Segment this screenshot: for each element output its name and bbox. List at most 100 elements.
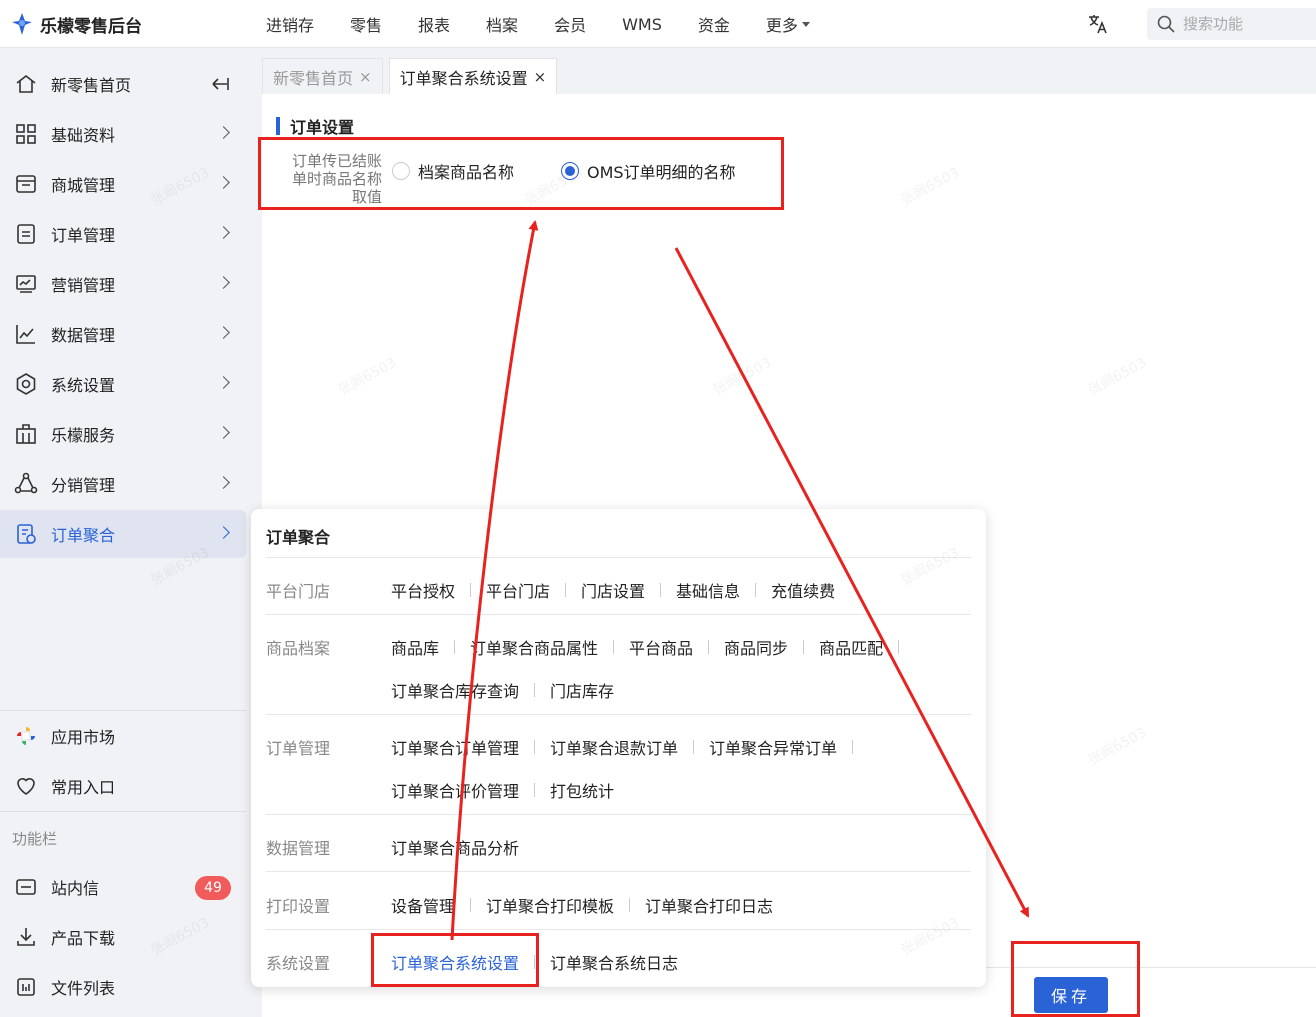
topnav-retail[interactable]: 零售 xyxy=(350,12,382,36)
menu-refund-orders[interactable]: 订单聚合退款订单 xyxy=(550,735,678,759)
sidebar-item-messages[interactable]: 站内信 49 xyxy=(0,863,246,911)
topnav-archive[interactable]: 档案 xyxy=(486,12,518,36)
translate-icon[interactable] xyxy=(1086,12,1110,36)
menu-recharge[interactable]: 充值续费 xyxy=(771,578,835,602)
close-icon[interactable]: × xyxy=(534,68,547,86)
close-icon[interactable]: × xyxy=(359,68,372,86)
sidebar-item-distribution[interactable]: 分销管理 xyxy=(0,460,246,508)
sidebar-item-system[interactable]: 系统设置 xyxy=(0,360,246,408)
menu-order-management[interactable]: 订单聚合订单管理 xyxy=(391,735,519,759)
flyout-row: 订单聚合订单管理 订单聚合退款订单 订单聚合异常订单 xyxy=(391,735,868,759)
sidebar-item-label: 站内信 xyxy=(51,879,100,898)
menu-separator xyxy=(708,640,710,654)
menu-product-analysis[interactable]: 订单聚合商品分析 xyxy=(391,835,519,859)
topnav-more-label: 更多 xyxy=(765,16,798,35)
app-logo[interactable]: 乐檬零售后台 xyxy=(12,11,142,37)
section-title-text: 订单设置 xyxy=(290,118,355,137)
share-icon xyxy=(14,472,38,496)
section-title: 订单设置 xyxy=(276,114,354,138)
chevron-right-icon xyxy=(217,526,230,539)
search-input[interactable] xyxy=(1183,15,1313,33)
tab-bar: 新零售首页 × 订单聚合系统设置 × xyxy=(262,58,563,94)
menu-platform-products[interactable]: 平台商品 xyxy=(629,635,693,659)
menu-inventory-query[interactable]: 订单聚合库存查询 xyxy=(391,678,519,702)
sidebar-item-order-aggregation[interactable]: 订单聚合 xyxy=(0,510,246,558)
flyout-row: 订单聚合评价管理 打包统计 xyxy=(391,778,614,802)
menu-separator xyxy=(470,583,472,597)
topnav-jinxiaocun[interactable]: 进销存 xyxy=(266,12,314,36)
flyout-row: 订单聚合库存查询 门店库存 xyxy=(391,678,614,702)
download-icon xyxy=(14,925,38,949)
topnav-members[interactable]: 会员 xyxy=(554,12,586,36)
unread-count-badge: 49 xyxy=(195,876,231,900)
topnav-reports[interactable]: 报表 xyxy=(418,12,450,36)
sidebar-item-label: 商城管理 xyxy=(51,176,116,195)
sidebar-item-orders[interactable]: 订单管理 xyxy=(0,210,246,258)
menu-separator xyxy=(613,640,615,654)
sidebar-item-label: 应用市场 xyxy=(51,728,116,747)
sidebar-item-app-market[interactable]: 应用市场 xyxy=(0,712,246,760)
sidebar-item-files[interactable]: 文件列表 xyxy=(0,963,246,1011)
sidebar-item-lemeng-service[interactable]: 乐檬服务 xyxy=(0,410,246,458)
topnav-wms[interactable]: WMS xyxy=(622,15,662,34)
chevron-right-icon xyxy=(217,276,230,289)
menu-system-log[interactable]: 订单聚合系统日志 xyxy=(550,950,678,974)
sidebar-item-marketing[interactable]: 营销管理 xyxy=(0,260,246,308)
file-list-icon xyxy=(14,975,38,999)
menu-platform-store[interactable]: 平台门店 xyxy=(486,578,550,602)
menu-product-match[interactable]: 商品匹配 xyxy=(819,635,883,659)
menu-device-management[interactable]: 设备管理 xyxy=(391,893,455,917)
sidebar-item-downloads[interactable]: 产品下载 xyxy=(0,913,246,961)
sidebar-divider xyxy=(0,710,246,711)
search-box[interactable] xyxy=(1147,8,1316,40)
annotation-box-menu-item xyxy=(371,933,539,987)
tab-order-aggregation-settings[interactable]: 订单聚合系统设置 × xyxy=(388,58,558,94)
sidebar-item-label: 数据管理 xyxy=(51,326,116,345)
sidebar-item-favorites[interactable]: 常用入口 xyxy=(0,762,246,810)
menu-separator xyxy=(565,583,567,597)
topnav-funds[interactable]: 资金 xyxy=(698,12,730,36)
menu-store-settings[interactable]: 门店设置 xyxy=(581,578,645,602)
menu-product-library[interactable]: 商品库 xyxy=(391,635,439,659)
menu-platform-auth[interactable]: 平台授权 xyxy=(391,578,455,602)
search-icon xyxy=(1157,15,1175,33)
menu-abnormal-orders[interactable]: 订单聚合异常订单 xyxy=(709,735,837,759)
flyout-divider xyxy=(266,614,971,615)
top-bar: 乐檬零售后台 进销存 零售 报表 档案 会员 WMS 资金 更多 xyxy=(0,0,1316,48)
menu-store-inventory[interactable]: 门店库存 xyxy=(550,678,614,702)
order-aggregation-icon xyxy=(14,522,38,546)
menu-print-log[interactable]: 订单聚合打印日志 xyxy=(645,893,773,917)
menu-product-attributes[interactable]: 订单聚合商品属性 xyxy=(470,635,598,659)
menu-packing-stats[interactable]: 打包统计 xyxy=(550,778,614,802)
flyout-divider xyxy=(266,714,971,715)
flyout-category: 平台门店 xyxy=(266,582,331,601)
sidebar-item-label: 文件列表 xyxy=(51,979,116,998)
app-market-icon xyxy=(14,724,38,748)
menu-basic-info[interactable]: 基础信息 xyxy=(676,578,740,602)
menu-separator xyxy=(852,740,854,754)
tab-label: 订单聚合系统设置 xyxy=(399,68,528,88)
sidebar-item-mall[interactable]: 商城管理 xyxy=(0,160,246,208)
sidebar-item-data[interactable]: 数据管理 xyxy=(0,310,246,358)
menu-separator xyxy=(534,783,536,797)
flyout-category: 打印设置 xyxy=(266,897,331,916)
flyout-divider xyxy=(266,871,971,872)
flyout-divider xyxy=(266,929,971,930)
menu-separator xyxy=(534,683,536,697)
sidebar-item-home[interactable]: 新零售首页 xyxy=(0,60,246,108)
sidebar-item-label: 订单聚合 xyxy=(51,526,116,545)
topnav-more[interactable]: 更多 xyxy=(766,12,810,36)
menu-print-template[interactable]: 订单聚合打印模板 xyxy=(486,893,614,917)
chevron-right-icon xyxy=(217,376,230,389)
collapse-sidebar-icon[interactable] xyxy=(210,74,230,94)
tab-label: 新零售首页 xyxy=(273,68,354,88)
menu-product-sync[interactable]: 商品同步 xyxy=(724,635,788,659)
menu-review-management[interactable]: 订单聚合评价管理 xyxy=(391,778,519,802)
tab-new-retail-home[interactable]: 新零售首页 × xyxy=(262,58,383,94)
menu-separator xyxy=(470,898,472,912)
sidebar-section-title: 功能栏 xyxy=(12,830,58,848)
chevron-right-icon xyxy=(217,126,230,139)
sidebar-item-label: 产品下载 xyxy=(51,929,116,948)
chevron-right-icon xyxy=(217,476,230,489)
sidebar-item-basic-data[interactable]: 基础资料 xyxy=(0,110,246,158)
